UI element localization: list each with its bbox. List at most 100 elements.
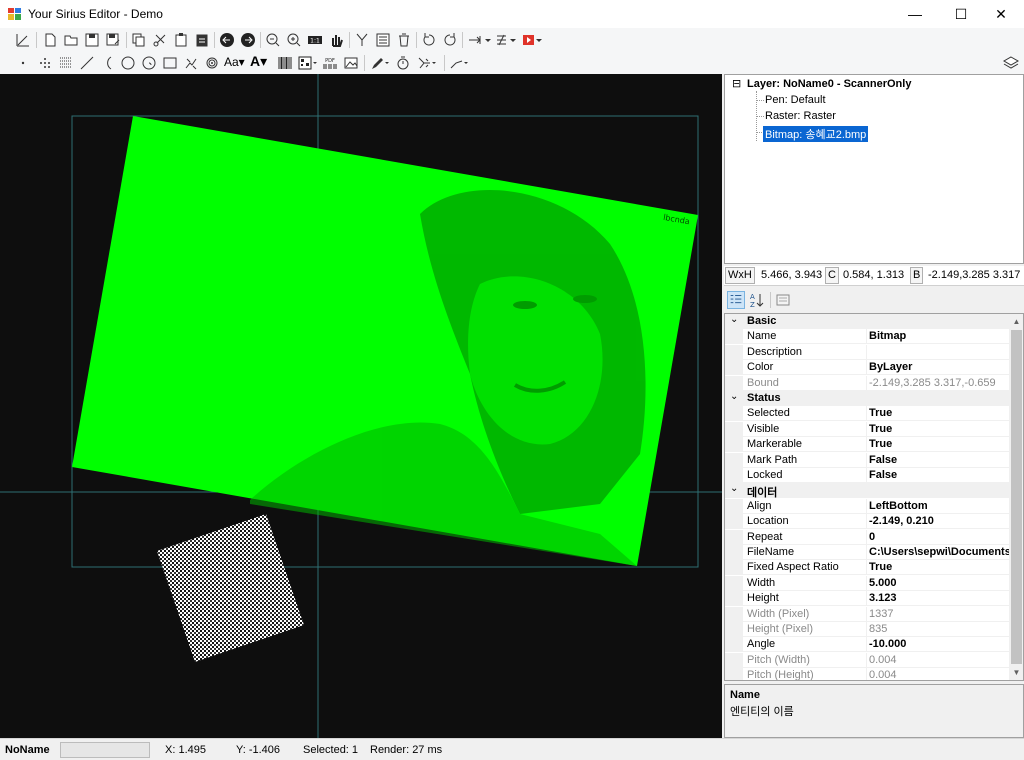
property-row[interactable]: Height 3.123 (725, 591, 1011, 607)
property-grid[interactable]: ⌄ Basic Name Bitmap Description Color ByLayer B… (724, 313, 1024, 681)
new-file-icon[interactable] (41, 31, 59, 49)
raster-icon[interactable] (57, 54, 75, 72)
property-row[interactable]: Locked False (725, 468, 1009, 483)
property-value[interactable]: True (869, 423, 1011, 435)
scroll-thumb[interactable] (1011, 330, 1022, 664)
property-value[interactable]: 3.123 (869, 592, 1011, 604)
zoom-out-icon[interactable] (264, 31, 282, 49)
arrow-right-icon[interactable] (239, 31, 257, 49)
property-value[interactable]: True (869, 561, 1011, 573)
property-row[interactable]: Name Bitmap (725, 329, 1011, 345)
curve-dropdown-icon[interactable] (448, 54, 472, 72)
rotate-ccw-icon[interactable] (420, 31, 438, 49)
open-folder-icon[interactable] (62, 31, 80, 49)
chevron-down-icon[interactable]: ⌄ (730, 314, 738, 325)
property-row[interactable]: Visible True (725, 421, 1011, 437)
arrow-left-icon[interactable] (218, 31, 236, 49)
split-dropdown-icon[interactable] (495, 31, 519, 49)
property-value[interactable]: -2.149, 0.210 (869, 515, 1011, 527)
scroll-up-icon[interactable]: ▲ (1009, 314, 1023, 329)
property-value[interactable]: Bitmap (869, 330, 1011, 342)
property-value[interactable]: ByLayer (869, 361, 1011, 373)
property-row[interactable]: Repeat 0 (725, 529, 1011, 545)
property-value[interactable]: 0.004 (869, 669, 1011, 680)
categorized-icon[interactable] (727, 291, 745, 309)
property-value[interactable]: True (869, 438, 1011, 450)
drawing-canvas[interactable]: lbcnda (0, 74, 722, 738)
pdf417-icon[interactable]: PDF (321, 54, 339, 72)
property-row[interactable]: Location -2.149, 0.210 (725, 514, 1011, 530)
property-category[interactable]: ⌄ 데이터 (725, 483, 1009, 499)
run-dropdown-icon[interactable] (521, 31, 545, 49)
property-row[interactable]: Fixed Aspect Ratio True (725, 560, 1011, 576)
property-row[interactable]: Width (Pixel) 1337 (725, 606, 1011, 622)
property-row[interactable]: Bound -2.149,3.285 3.317,-0.659 (725, 375, 1011, 391)
property-value[interactable]: -2.149,3.285 3.317,-0.659 (869, 377, 1011, 389)
laser-dropdown-icon[interactable] (416, 54, 440, 72)
tree-raster-node[interactable]: Raster: Raster (765, 110, 836, 122)
zoom-fit-icon[interactable]: 1:1 (306, 31, 324, 49)
property-value[interactable]: False (869, 454, 1011, 466)
stitch-icon[interactable] (182, 54, 200, 72)
line-icon[interactable] (78, 54, 96, 72)
property-value[interactable]: 0 (869, 531, 1011, 543)
spiral-icon[interactable] (140, 54, 158, 72)
pan-hand-icon[interactable] (327, 31, 345, 49)
property-value[interactable]: -10.000 (869, 638, 1011, 650)
points-icon[interactable] (36, 54, 54, 72)
paste-array-icon[interactable] (193, 31, 211, 49)
axis-icon[interactable] (14, 31, 32, 49)
property-row[interactable]: Height (Pixel) 835 (725, 622, 1009, 637)
property-value[interactable]: C:\Users\sepwi\Documents (869, 546, 1011, 558)
property-value[interactable]: 0.004 (869, 654, 1011, 666)
property-pages-icon[interactable] (774, 291, 792, 309)
minimize-button[interactable]: — (892, 0, 938, 28)
property-row[interactable]: Angle -10.000 (725, 637, 1011, 653)
tree-pen-node[interactable]: Pen: Default (765, 94, 826, 106)
property-value[interactable]: LeftBottom (869, 500, 1011, 512)
rotate-cw-icon[interactable] (441, 31, 459, 49)
property-row[interactable]: Selected True (725, 406, 1011, 422)
scroll-down-icon[interactable]: ▼ (1009, 665, 1023, 680)
image-icon[interactable] (342, 54, 360, 72)
font-text-dropdown-icon[interactable]: A▾ (250, 53, 267, 70)
property-row[interactable]: FileName C:\Users\sepwi\Documents (725, 545, 1011, 560)
chevron-down-icon[interactable]: ⌄ (730, 483, 738, 494)
property-row[interactable]: Color ByLayer (725, 360, 1011, 376)
list-icon[interactable] (374, 31, 392, 49)
rectangle-icon[interactable] (161, 54, 179, 72)
close-button[interactable]: ✕ (978, 0, 1024, 28)
property-row[interactable]: Description (725, 344, 1009, 360)
merge-icon[interactable] (353, 31, 371, 49)
property-category[interactable]: ⌄ Basic (725, 314, 1009, 329)
property-value[interactable]: True (869, 407, 1011, 419)
property-value[interactable]: 1337 (869, 608, 1011, 620)
property-row[interactable]: Width 5.000 (725, 575, 1011, 591)
text-dropdown-icon[interactable]: Aa▾ (224, 55, 245, 69)
point-icon[interactable] (14, 54, 32, 72)
property-category[interactable]: ⌄ Status (725, 391, 1009, 406)
layers-icon[interactable] (1002, 54, 1020, 72)
property-value[interactable]: 835 (869, 623, 1011, 635)
trepan-icon[interactable] (203, 54, 221, 72)
tree-layer-node[interactable]: Layer: NoName0 - ScannerOnly (747, 78, 911, 90)
property-row[interactable]: Markerable True (725, 437, 1011, 453)
zoom-in-icon[interactable] (285, 31, 303, 49)
tree-expander-icon[interactable]: ⊟ (732, 77, 741, 90)
cut-icon[interactable] (151, 31, 169, 49)
property-row[interactable]: Align LeftBottom (725, 498, 1011, 514)
property-scrollbar[interactable]: ▲ ▼ (1009, 314, 1023, 680)
paste-icon[interactable] (172, 31, 190, 49)
matrix-dropdown-icon[interactable] (297, 54, 319, 72)
chevron-down-icon[interactable]: ⌄ (730, 391, 738, 402)
property-value[interactable]: False (869, 469, 1011, 481)
save-as-icon[interactable] (104, 31, 122, 49)
copy-icon[interactable] (130, 31, 148, 49)
property-row[interactable]: Pitch (Width) 0.004 (725, 652, 1011, 668)
property-row[interactable]: Mark Path False (725, 452, 1011, 468)
property-value[interactable]: 5.000 (869, 577, 1011, 589)
property-row[interactable]: Pitch (Height) 0.004 (725, 668, 1011, 680)
barcode-icon[interactable] (276, 54, 294, 72)
save-icon[interactable] (83, 31, 101, 49)
align-dropdown-icon[interactable] (467, 31, 493, 49)
